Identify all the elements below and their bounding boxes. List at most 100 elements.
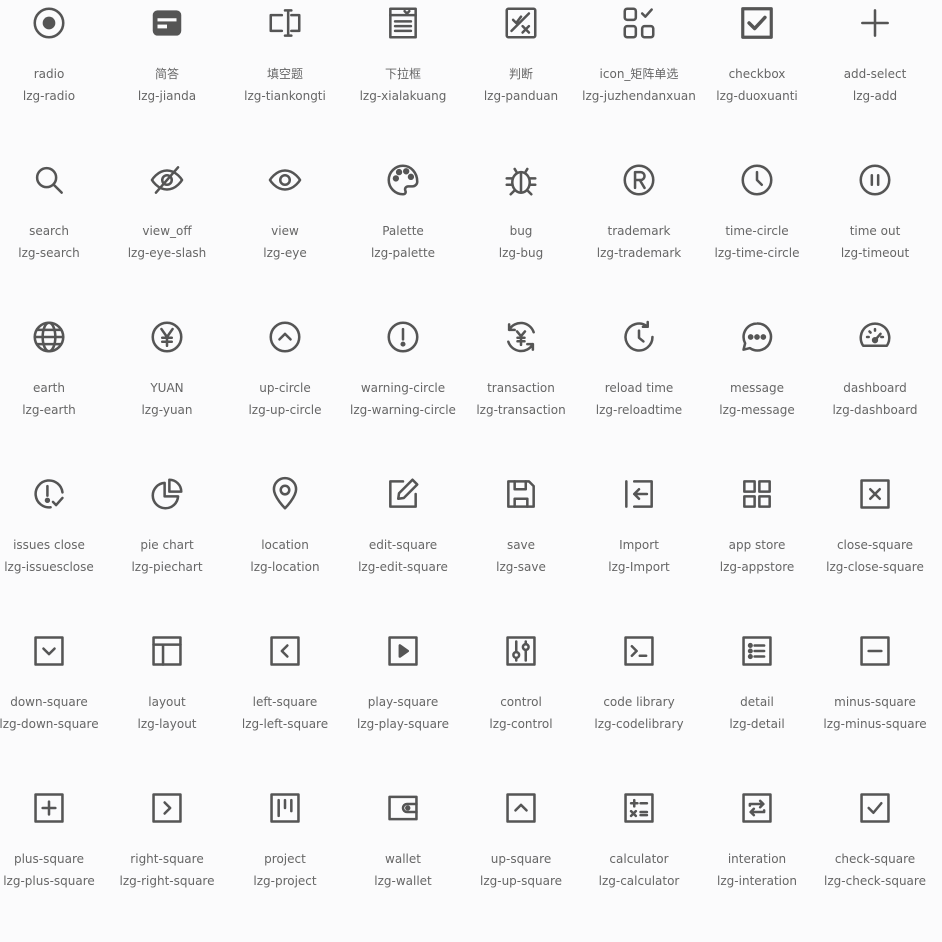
icon-class-name: lzg-up-square (479, 874, 562, 888)
icon-class-name: lzg-wallet (374, 874, 432, 888)
icon-cell-lzg-save[interactable]: save lzg-save (462, 471, 580, 628)
icon-cell-lzg-palette[interactable]: Palette lzg-palette (344, 157, 462, 314)
add-icon (856, 4, 894, 42)
eye-icon (266, 161, 304, 199)
icon-class-name: lzg-up-circle (248, 403, 322, 417)
icon-cell-lzg-xialakuang[interactable]: 下拉框 lzg-xialakuang (344, 0, 462, 157)
icon-label: earth (33, 381, 65, 395)
pie-chart-icon (148, 475, 186, 513)
icon-label: left-square (252, 695, 318, 709)
code-library-icon (620, 632, 658, 670)
icon-cell-lzg-eye-slash[interactable]: view_off lzg-eye-slash (108, 157, 226, 314)
interation-icon (738, 789, 776, 827)
icon-class-name: lzg-time-circle (714, 246, 800, 260)
icon-label: view_off (142, 224, 192, 238)
icon-cell-lzg-right-square[interactable]: right-square lzg-right-square (108, 785, 226, 942)
icon-cell-lzg-plus-square[interactable]: plus-square lzg-plus-square (0, 785, 108, 942)
icon-cell-lzg-appstore[interactable]: app store lzg-appstore (698, 471, 816, 628)
icon-label: trademark (607, 224, 671, 238)
icon-cell-lzg-Import[interactable]: Import lzg-Import (580, 471, 698, 628)
icon-cell-lzg-play-square[interactable]: play-square lzg-play-square (344, 628, 462, 785)
icon-label: app store (728, 538, 786, 552)
icon-label: bug (509, 224, 533, 238)
detail-icon (738, 632, 776, 670)
icon-cell-lzg-earth[interactable]: earth lzg-earth (0, 314, 108, 471)
icon-cell-lzg-location[interactable]: location lzg-location (226, 471, 344, 628)
icon-cell-lzg-down-square[interactable]: down-square lzg-down-square (0, 628, 108, 785)
icon-cell-lzg-edit-square[interactable]: edit-square lzg-edit-square (344, 471, 462, 628)
bug-icon (502, 161, 540, 199)
right-square-icon (148, 789, 186, 827)
icon-cell-lzg-warning-circle[interactable]: warning-circle lzg-warning-circle (344, 314, 462, 471)
icon-label: 判断 (508, 67, 533, 81)
icon-cell-lzg-radio[interactable]: radio lzg-radio (0, 0, 108, 157)
icon-cell-lzg-piechart[interactable]: pie chart lzg-piechart (108, 471, 226, 628)
icon-cell-lzg-reloadtime[interactable]: reload time lzg-reloadtime (580, 314, 698, 471)
icon-label: radio (33, 67, 65, 81)
icon-label: warning-circle (360, 381, 446, 395)
wallet-icon (384, 789, 422, 827)
play-square-icon (384, 632, 422, 670)
icon-cell-lzg-search[interactable]: search lzg-search (0, 157, 108, 314)
icon-cell-lzg-minus-square[interactable]: minus-square lzg-minus-square (816, 628, 934, 785)
icon-label: search (29, 224, 69, 238)
icon-class-name: lzg-Import (608, 560, 670, 574)
location-icon (266, 475, 304, 513)
icon-cell-lzg-yuan[interactable]: YUAN lzg-yuan (108, 314, 226, 471)
icon-cell-lzg-project[interactable]: project lzg-project (226, 785, 344, 942)
icon-cell-lzg-up-square[interactable]: up-square lzg-up-square (462, 785, 580, 942)
icon-class-name: lzg-check-square (824, 874, 926, 888)
icon-cell-lzg-left-square[interactable]: left-square lzg-left-square (226, 628, 344, 785)
icon-class-name: lzg-reloadtime (595, 403, 683, 417)
icon-cell-lzg-panduan[interactable]: 判断 lzg-panduan (462, 0, 580, 157)
icon-cell-lzg-message[interactable]: message lzg-message (698, 314, 816, 471)
icon-class-name: lzg-right-square (119, 874, 215, 888)
icon-class-name: lzg-minus-square (823, 717, 927, 731)
icon-class-name: lzg-plus-square (3, 874, 95, 888)
icon-class-name: lzg-left-square (241, 717, 329, 731)
icon-cell-lzg-timeout[interactable]: time out lzg-timeout (816, 157, 934, 314)
icon-class-name: lzg-message (719, 403, 795, 417)
radio-icon (30, 4, 68, 42)
check-square-icon (856, 789, 894, 827)
icon-class-name: lzg-palette (370, 246, 436, 260)
icon-cell-lzg-time-circle[interactable]: time-circle lzg-time-circle (698, 157, 816, 314)
icon-label: detail (740, 695, 774, 709)
yuan-icon (148, 318, 186, 356)
icon-cell-lzg-up-circle[interactable]: up-circle lzg-up-circle (226, 314, 344, 471)
icon-cell-lzg-tiankongti[interactable]: 填空题 lzg-tiankongti (226, 0, 344, 157)
icon-label: add-select (843, 67, 907, 81)
icon-class-name: lzg-jianda (137, 89, 197, 103)
icon-cell-lzg-control[interactable]: control lzg-control (462, 628, 580, 785)
icon-cell-lzg-duoxuanti[interactable]: checkbox lzg-duoxuanti (698, 0, 816, 157)
icon-cell-lzg-transaction[interactable]: transaction lzg-transaction (462, 314, 580, 471)
icon-cell-lzg-close-square[interactable]: close-square lzg-close-square (816, 471, 934, 628)
message-icon (738, 318, 776, 356)
icon-cell-lzg-eye[interactable]: view lzg-eye (226, 157, 344, 314)
icon-class-name: lzg-search (18, 246, 80, 260)
icon-label: layout (148, 695, 186, 709)
transaction-icon (502, 318, 540, 356)
icon-cell-lzg-check-square[interactable]: check-square lzg-check-square (816, 785, 934, 942)
icon-cell-lzg-dashboard[interactable]: dashboard lzg-dashboard (816, 314, 934, 471)
icon-cell-lzg-juzhendanxuan[interactable]: icon_矩阵单选 lzg-juzhendanxuan (580, 0, 698, 157)
icon-cell-lzg-calculator[interactable]: calculator lzg-calculator (580, 785, 698, 942)
icon-cell-lzg-interation[interactable]: interation lzg-interation (698, 785, 816, 942)
icon-cell-lzg-layout[interactable]: layout lzg-layout (108, 628, 226, 785)
palette-icon (384, 161, 422, 199)
icon-cell-lzg-wallet[interactable]: wallet lzg-wallet (344, 785, 462, 942)
icon-cell-lzg-detail[interactable]: detail lzg-detail (698, 628, 816, 785)
icon-class-name: lzg-appstore (719, 560, 795, 574)
icon-label: 填空题 (266, 67, 303, 81)
icon-cell-lzg-trademark[interactable]: trademark lzg-trademark (580, 157, 698, 314)
icon-cell-lzg-jianda[interactable]: 简答 lzg-jianda (108, 0, 226, 157)
icon-cell-lzg-add[interactable]: add-select lzg-add (816, 0, 934, 157)
icon-cell-lzg-bug[interactable]: bug lzg-bug (462, 157, 580, 314)
icon-class-name: lzg-project (253, 874, 317, 888)
judge-icon (502, 4, 540, 42)
icon-class-name: lzg-interation (717, 874, 797, 888)
icon-class-name: lzg-timeout (840, 246, 910, 260)
icon-label: close-square (836, 538, 914, 552)
icon-cell-lzg-issuesclose[interactable]: issues close lzg-issuesclose (0, 471, 108, 628)
icon-cell-lzg-codelibrary[interactable]: code library lzg-codelibrary (580, 628, 698, 785)
